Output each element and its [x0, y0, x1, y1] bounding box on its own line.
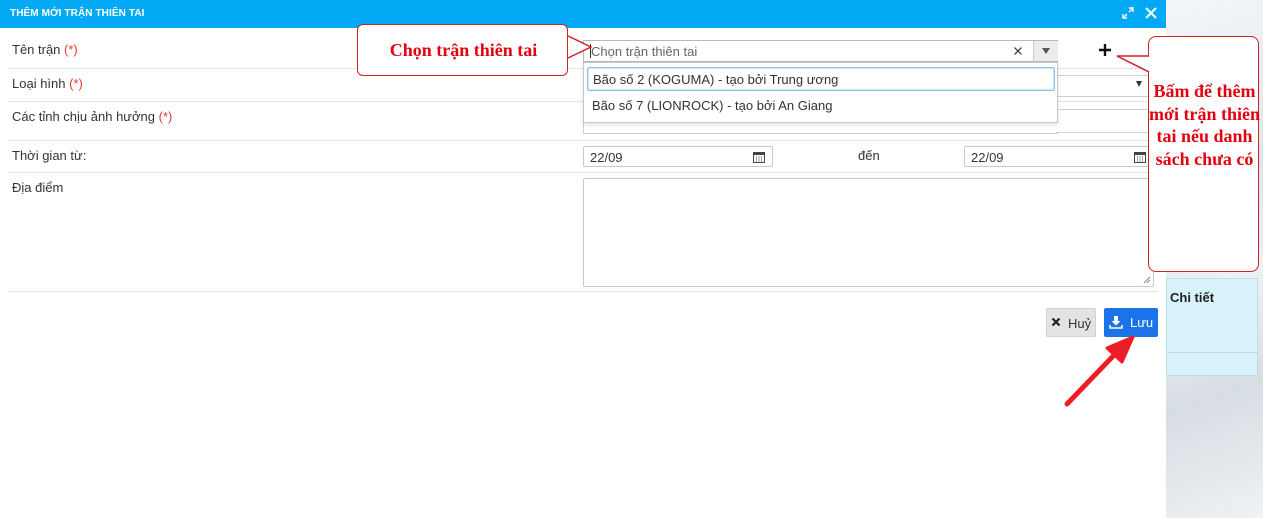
- cac-tinh-field-end[interactable]: [1056, 109, 1152, 133]
- date-to-label: đến: [858, 148, 880, 163]
- cac-tinh-label-text: Các tỉnh chịu ảnh hưởng: [12, 109, 155, 124]
- loai-hinh-label-text: Loại hình: [12, 76, 66, 91]
- calendar-icon[interactable]: [753, 151, 765, 163]
- ten-tran-select-placeholder: Chọn trận thiên tai: [591, 44, 698, 59]
- date-to-input[interactable]: 22/09: [964, 146, 1154, 167]
- save-button[interactable]: Lưu: [1104, 308, 1158, 337]
- cancel-button[interactable]: Huỷ: [1046, 308, 1096, 337]
- row-divider: [8, 140, 1158, 141]
- dia-diem-label: Địa điểm: [12, 180, 64, 195]
- required-mark: (*): [158, 109, 173, 124]
- ten-tran-dropdown-list: Bão số 2 (KOGUMA) - tạo bởi Trung ương B…: [583, 62, 1058, 123]
- dialog-title: THÊM MỚI TRẬN THIÊN TAI: [10, 8, 145, 19]
- add-disaster-dialog: THÊM MỚI TRẬN THIÊN TAI Tên trận (*) Loạ…: [0, 0, 1166, 518]
- x-icon: [1051, 317, 1061, 327]
- chevron-down-icon[interactable]: [1136, 81, 1142, 87]
- annotation-text: Bấm để thêm mới trận thiên tai nếu danh …: [1149, 81, 1260, 169]
- maximize-icon[interactable]: [1121, 6, 1135, 20]
- chevron-down-icon: [1042, 48, 1050, 54]
- annotation-callout-select: Chọn trận thiên tai: [357, 24, 568, 76]
- required-mark: (*): [64, 42, 78, 57]
- loai-hinh-label: Loại hình (*): [12, 76, 83, 91]
- dia-diem-textarea[interactable]: [583, 178, 1154, 287]
- date-to-value: 22/09: [971, 150, 1004, 165]
- required-mark: (*): [69, 76, 83, 91]
- annotation-callout-add: Bấm để thêm mới trận thiên tai nếu danh …: [1148, 36, 1260, 272]
- dropdown-option-label: Bão số 2 (KOGUMA) - tạo bởi Trung ương: [593, 72, 839, 87]
- cac-tinh-field[interactable]: [583, 123, 1058, 134]
- close-icon[interactable]: [1144, 6, 1158, 20]
- thoi-gian-label: Thời gian từ:: [12, 148, 87, 163]
- annotation-text: Chọn trận thiên tai: [389, 40, 538, 60]
- text-cursor: [590, 44, 591, 58]
- cac-tinh-label: Các tỉnh chịu ảnh hưởng (*): [12, 109, 172, 124]
- clear-icon[interactable]: [1012, 44, 1024, 58]
- dialog-header: THÊM MỚI TRẬN THIÊN TAI: [0, 0, 1166, 28]
- row-divider: [8, 172, 1158, 173]
- plus-icon[interactable]: [1098, 43, 1112, 57]
- date-from-value: 22/09: [590, 150, 623, 165]
- dropdown-option[interactable]: Bão số 7 (LIONROCK) - tạo bởi An Giang: [587, 94, 1055, 118]
- calendar-icon[interactable]: [1134, 151, 1146, 163]
- save-button-label: Lưu: [1130, 315, 1154, 330]
- background-panel-divider: [1166, 352, 1258, 353]
- background-panel-label: Chi tiết: [1170, 290, 1215, 305]
- cancel-button-label: Huỷ: [1068, 316, 1092, 331]
- dropdown-option-label: Bão số 7 (LIONROCK) - tạo bởi An Giang: [592, 98, 833, 113]
- ten-tran-select[interactable]: Chọn trận thiên tai: [583, 40, 1058, 62]
- dropdown-option[interactable]: Bão số 2 (KOGUMA) - tạo bởi Trung ương: [587, 67, 1055, 91]
- ten-tran-label-text: Tên trận: [12, 42, 61, 57]
- resize-grip-icon[interactable]: [1143, 276, 1151, 284]
- dropdown-toggle-button[interactable]: [1033, 41, 1058, 61]
- date-from-input[interactable]: 22/09: [583, 146, 773, 167]
- row-divider: [8, 291, 1158, 292]
- download-icon: [1109, 316, 1123, 329]
- ten-tran-label: Tên trận (*): [12, 42, 78, 57]
